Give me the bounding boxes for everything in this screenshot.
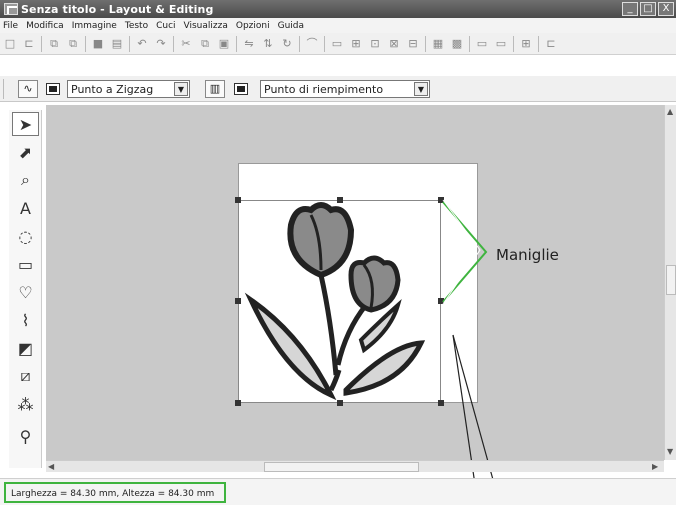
break-icon[interactable]: ⌇ [12,308,39,332]
monogram-icon[interactable]: ⊡ [367,37,383,51]
image-icon[interactable]: ⊠ [386,37,402,51]
line-stitch-type-value: Punto a Zigzag [71,82,154,96]
close-button[interactable]: X [658,2,674,16]
redo-icon[interactable]: ↷ [153,37,169,51]
handle-bottom-center[interactable] [337,400,343,406]
line-color-swatch[interactable] [46,83,60,95]
export-icon[interactable]: ⧉ [65,37,81,51]
undo-icon[interactable]: ↶ [134,37,150,51]
menu-visualizza[interactable]: Visualizza [184,21,228,31]
import-icon[interactable]: ⧉ [46,37,62,51]
design-workspace[interactable] [46,105,664,460]
point-edit-icon[interactable]: ⬈ [12,140,39,164]
toolbar-grip[interactable] [3,79,5,99]
handle-top-left[interactable] [235,197,241,203]
menu-guida[interactable]: Guida [278,21,304,31]
rectangle-shape-icon[interactable]: ▭ [12,252,39,276]
pin-icon[interactable]: ⚲ [12,424,39,448]
handle-bottom-left[interactable] [235,400,241,406]
vertical-scrollbar[interactable]: ▲ ▼ [664,105,676,460]
menu-modifica[interactable]: Modifica [26,21,64,31]
text-abc-icon[interactable]: ▭ [329,37,345,51]
menu-bar: File Modifica Immagine Testo Cuci Visual… [0,18,676,33]
minimize-button[interactable]: _ [622,2,638,16]
horizontal-scrollbar[interactable]: ◀ ▶ [46,460,664,472]
window-title: Senza titolo - Layout & Editing [21,2,214,16]
tool-box: ➤ ⬈ ⌕ A ◌ ▭ ♡ ⌇ ◩ ⧄ ⁂ ⚲ [9,110,42,468]
outline-shape-icon[interactable]: ♡ [12,280,39,304]
cut-icon[interactable]: ✂ [178,37,194,51]
app-icon [4,3,18,15]
new-file-icon[interactable]: □ [2,37,18,51]
region-stitch-type-value: Punto di riempimento [264,82,384,96]
menu-opzioni[interactable]: Opzioni [236,21,270,31]
sewing-attribute-toolbar: ∿ Punto a Zigzag ▼ ▥ Punto di riempiment… [0,76,676,102]
scroll-right-icon[interactable]: ▶ [652,462,658,471]
rotate-icon[interactable]: ↻ [279,37,295,51]
copy-icon[interactable]: ⧉ [197,37,213,51]
status-bar: Larghezza = 84.30 mm, Altezza = 84.30 mm [0,478,676,505]
realistic-preview-icon[interactable]: ▩ [449,37,465,51]
text-tool-icon[interactable]: A [12,196,39,220]
vertical-scroll-thumb[interactable] [666,265,676,295]
menu-immagine[interactable]: Immagine [72,21,117,31]
paste-icon[interactable]: ▣ [216,37,232,51]
chevron-down-icon[interactable]: ▼ [414,82,428,96]
scroll-left-icon[interactable]: ◀ [48,462,54,471]
design-page-icon[interactable]: ⊏ [543,37,559,51]
write-card-icon[interactable]: ▤ [109,37,125,51]
property-icon[interactable]: ⊞ [518,37,534,51]
zoom-preview-icon[interactable]: ▭ [493,37,509,51]
main-toolbar: □ ⊏ ⧉ ⧉ ■ ▤ ↶ ↷ ✂ ⧉ ▣ ⇋ ⇅ ↻ ⌒ ▭ ⊞ ⊡ ⊠ ⊟ … [0,33,676,55]
open-file-icon[interactable]: ⊏ [21,37,37,51]
handle-top-center[interactable] [337,197,343,203]
scroll-down-icon[interactable]: ▼ [667,447,673,456]
handles-callout-label: Maniglie [496,246,559,264]
chevron-down-icon[interactable]: ▼ [174,82,188,96]
scroll-up-icon[interactable]: ▲ [667,107,673,116]
region-color-swatch[interactable] [234,83,248,95]
flip-icon[interactable]: ⇅ [260,37,276,51]
menu-cuci[interactable]: Cuci [156,21,175,31]
stitch-pattern-icon[interactable]: ⁂ [12,392,39,416]
handle-top-right[interactable] [438,197,444,203]
stitch-edit-icon[interactable]: ◩ [12,336,39,360]
wizard-icon[interactable]: ⊟ [405,37,421,51]
handle-middle-left[interactable] [235,298,241,304]
preview-icon[interactable]: ▭ [474,37,490,51]
shape-lasso-icon[interactable]: ◌ [12,224,39,248]
menu-testo[interactable]: Testo [125,21,148,31]
maximize-button[interactable]: □ [640,2,656,16]
horizontal-scroll-thumb[interactable] [264,462,419,472]
region-sew-icon[interactable]: ▥ [205,80,225,98]
mirror-icon[interactable]: ⇋ [241,37,257,51]
save-icon[interactable]: ■ [90,37,106,51]
embroidery-pattern-icon[interactable]: ⧄ [12,364,39,388]
zoom-icon[interactable]: ⌕ [12,168,39,192]
selection-frame[interactable] [238,200,441,403]
stitch-simulator-icon[interactable]: ▦ [430,37,446,51]
text-vertical-icon[interactable]: ⊞ [348,37,364,51]
select-arrow-icon[interactable]: ➤ [12,112,39,136]
handle-bottom-right[interactable] [438,400,444,406]
size-status-text: Larghezza = 84.30 mm, Altezza = 84.30 mm [4,482,226,503]
line-sew-icon[interactable]: ∿ [18,80,38,98]
text-arc-icon[interactable]: ⌒ [304,37,320,51]
region-stitch-type-select[interactable]: Punto di riempimento ▼ [260,80,430,98]
handle-middle-right[interactable] [438,298,444,304]
menu-file[interactable]: File [3,21,18,31]
line-stitch-type-select[interactable]: Punto a Zigzag ▼ [67,80,190,98]
title-bar: Senza titolo - Layout & Editing _ □ X [0,0,676,18]
